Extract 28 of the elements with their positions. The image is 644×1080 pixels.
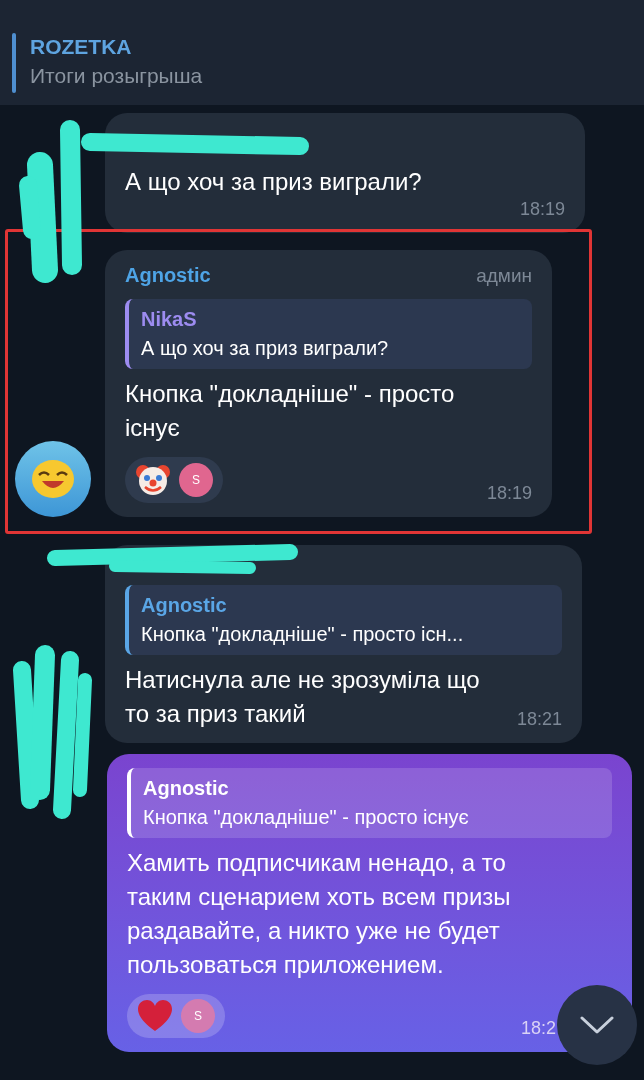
reactor-avatar: S (181, 998, 215, 1033)
message-text: Натиснула але не зрозуміла що то за приз такий (125, 664, 481, 729)
sender-name[interactable]: Agnostic (125, 260, 211, 290)
chevron-down-icon (580, 1015, 614, 1035)
reply-text: Кнопка "докладніше" - просто існує (143, 804, 470, 830)
message-text: А що хоч за приз виграли? (125, 167, 423, 197)
message-time: 18:21 (516, 707, 562, 731)
message-text: Хамить подписчикам ненадо, а то таким сценарием хоть всем призы раздавайте, а никто уже не будет пользоваться приложением. (127, 847, 512, 980)
reaction-chip[interactable]: S (125, 456, 223, 503)
pinned-title: ROZETKA (30, 34, 133, 60)
reply-quote[interactable]: Agnostic Кнопка "докладніше" - просто існ... (125, 584, 562, 655)
reactor-avatar: S (179, 462, 213, 497)
message-text: Кнопка "докладніше" - просто існує (125, 378, 456, 443)
message-time: 18:2 (520, 1016, 556, 1040)
message-time: 18:19 (486, 481, 532, 505)
reply-text: А що хоч за приз виграли? (141, 335, 390, 361)
reply-author: Agnostic (141, 592, 228, 618)
reply-quote[interactable]: Agnostic Кнопка "докладніше" - просто існує (127, 767, 612, 838)
admin-label: админ (476, 264, 532, 288)
reply-quote[interactable]: NikaS А що хоч за приз виграли? (125, 298, 532, 369)
reply-text: Кнопка "докладніше" - просто існ... (141, 621, 465, 647)
heart-icon (137, 998, 173, 1033)
message-time: 18:19 (519, 198, 565, 221)
reaction-chip[interactable]: S (127, 993, 225, 1038)
reply-author: NikaS (141, 306, 198, 332)
laughing-emoji-icon (30, 458, 75, 499)
pinned-subtitle: Итоги розыгрыша (30, 63, 203, 89)
reply-author: Agnostic (143, 775, 230, 801)
